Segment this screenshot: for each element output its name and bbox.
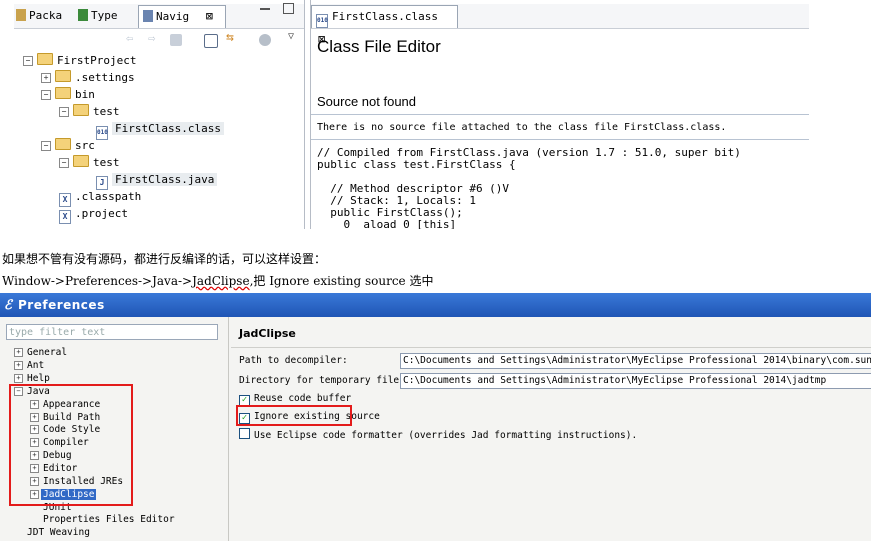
close-icon[interactable]: ⊠ [206, 9, 213, 23]
xml-file-icon: X [59, 210, 71, 224]
editor-title: Class File Editor [317, 37, 441, 56]
tree-item-ant[interactable]: + Ant [14, 359, 44, 372]
filter-input[interactable]: type filter text [6, 324, 218, 340]
divider [311, 139, 809, 140]
view-toolbar: ⇦ ⇨ ⇆ ▽ [14, 29, 304, 51]
link-editor-icon[interactable]: ⇆ [226, 30, 238, 45]
forward-icon[interactable]: ⇨ [148, 31, 160, 45]
view-tab-bar: Packa Type Navig ⊠ [14, 3, 304, 29]
caption-line-2: Window->Preferences->Java->JadClipse,把 I… [2, 274, 434, 288]
page-title: JadClipse [239, 327, 296, 340]
filter-icon[interactable] [259, 34, 271, 46]
minimize-icon[interactable] [260, 8, 270, 10]
tab-package-explorer[interactable]: Packa [16, 6, 62, 26]
folder-icon [55, 70, 71, 82]
tmp-dir-label: Directory for temporary files: [239, 375, 411, 386]
source-not-found-heading: Source not found [317, 94, 417, 109]
divider [231, 347, 871, 348]
tree-item-src-test[interactable]: − test [59, 155, 120, 171]
tree-item-jdt-weaving[interactable]: JDT Weaving [27, 526, 90, 539]
java-file-icon: J [96, 176, 108, 190]
tree-item-general[interactable]: + General [14, 346, 67, 359]
maximize-icon[interactable] [283, 3, 294, 14]
preferences-dialog: ℰ Preferences type filter text + General … [0, 293, 871, 541]
tree-item-firstclass-class[interactable]: 010 FirstClass.class [96, 121, 224, 140]
highlight-box-java [9, 384, 133, 506]
tree-item-firstclass-java[interactable]: J FirstClass.java [96, 172, 218, 190]
hierarchy-icon [78, 9, 88, 21]
temp-directory-field[interactable]: C:\Documents and Settings\Administrator\… [400, 373, 871, 389]
back-icon[interactable]: ⇦ [126, 31, 138, 45]
package-icon [16, 9, 26, 21]
tree-item-bin-test[interactable]: − test [59, 104, 120, 120]
tab-navigator[interactable]: Navig ⊠ [138, 5, 226, 28]
tree-item-classpath[interactable]: X .classpath [59, 189, 141, 207]
tree-item-firstproject[interactable]: − FirstProject [23, 53, 136, 69]
divider [228, 317, 229, 541]
project-icon [37, 53, 53, 65]
tree-item-properties-files-editor[interactable]: Properties Files Editor [43, 513, 175, 526]
up-icon[interactable] [170, 34, 182, 46]
view-menu-icon[interactable]: ▽ [288, 31, 300, 43]
dialog-titlebar[interactable]: ℰ Preferences [0, 293, 871, 317]
path-to-decompiler-field[interactable]: C:\Documents and Settings\Administrator\… [400, 353, 871, 369]
reuse-code-buffer-checkbox[interactable]: ✓ Reuse code buffer [239, 392, 351, 406]
use-eclipse-formatter-checkbox[interactable]: Use Eclipse code formatter (overrides Ja… [239, 428, 637, 442]
path-label: Path to decompiler: [239, 355, 348, 366]
class-file-icon: 010 [96, 126, 108, 140]
tree-item-settings[interactable]: + .settings [41, 70, 135, 86]
folder-open-icon [55, 138, 71, 150]
xml-file-icon: X [59, 193, 71, 207]
jadclipse-page: JadClipse Path to decompiler: C:\Documen… [231, 317, 871, 541]
eclipse-logo-icon: ℰ [4, 298, 12, 313]
editor-tab-bar: 010 FirstClass.class ⊠ [311, 4, 809, 46]
no-source-message: There is no source file attached to the … [317, 122, 727, 133]
folder-open-icon [73, 104, 89, 116]
code-line: 0 aload_0 [this] [317, 218, 457, 230]
dialog-title: Preferences [18, 298, 105, 312]
class-file-icon: 010 [316, 14, 328, 28]
tab-firstclass-class[interactable]: 010 FirstClass.class ⊠ [311, 5, 458, 46]
tab-type-hierarchy[interactable]: Type [78, 6, 118, 26]
navigator-icon [143, 10, 153, 22]
highlight-box-ignore-source [236, 405, 352, 426]
navigator-view: Packa Type Navig ⊠ ⇦ ⇨ ⇆ ▽ − FirstProjec… [14, 0, 305, 229]
class-file-editor: 010 FirstClass.class ⊠ Class File Editor … [310, 0, 809, 229]
divider [311, 114, 809, 115]
tree-item-src[interactable]: − src [41, 138, 95, 154]
folder-open-icon [73, 155, 89, 167]
tree-item-project[interactable]: X .project [59, 206, 128, 224]
code-line: public class test.FirstClass { [317, 158, 516, 171]
caption-line-1: 如果想不管有没有源码，都进行反编译的话，可以这样设置： [2, 252, 327, 266]
tree-item-bin[interactable]: − bin [41, 87, 95, 103]
collapse-all-icon[interactable] [204, 34, 218, 48]
eclipse-workbench: Packa Type Navig ⊠ ⇦ ⇨ ⇆ ▽ − FirstProjec… [14, 0, 809, 229]
folder-open-icon [55, 87, 71, 99]
